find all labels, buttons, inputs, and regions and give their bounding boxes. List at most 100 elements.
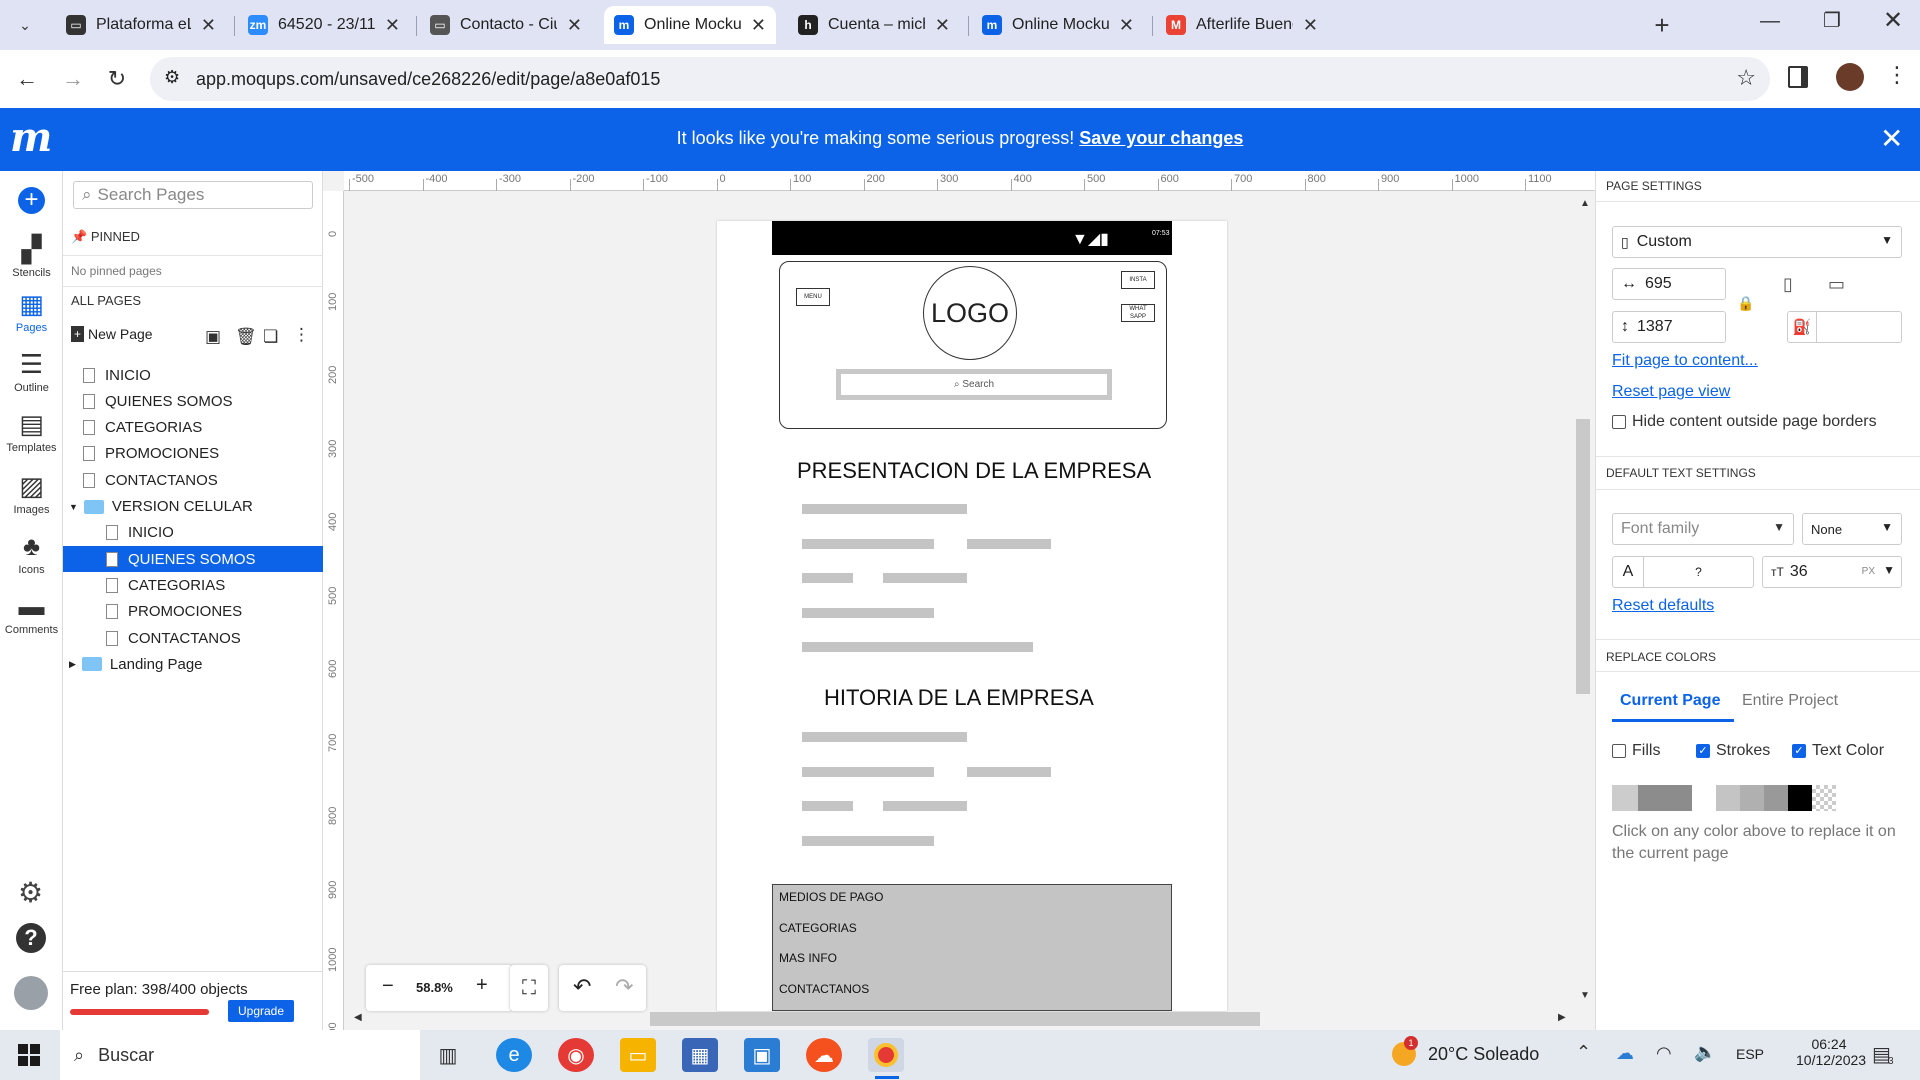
color-swatch[interactable] [1740, 785, 1764, 811]
scroll-right-arrow[interactable]: ▶ [1558, 1012, 1566, 1023]
tray-chevron-icon[interactable]: ⌃ [1576, 1042, 1591, 1063]
close-tab-icon[interactable]: ✕ [201, 15, 216, 36]
close-tab-icon[interactable]: ✕ [385, 15, 400, 36]
close-tab-icon[interactable]: ✕ [567, 15, 582, 36]
tab-entire-project[interactable]: Entire Project [1742, 692, 1838, 710]
zoom-level[interactable]: 58.8% [416, 980, 453, 995]
mockup-menu-button[interactable]: MENU [796, 288, 830, 306]
scroll-down-arrow[interactable]: ▼ [1580, 990, 1590, 1001]
color-swatch[interactable] [1638, 785, 1692, 811]
mockup-insta-button[interactable]: INSTA [1121, 271, 1155, 289]
tab-search-button[interactable]: ⌄ [8, 8, 42, 42]
weather-text[interactable]: 20°C Soleado [1428, 1044, 1539, 1065]
vertical-scrollbar[interactable] [1576, 419, 1590, 694]
new-folder-icon[interactable]: ▣ [205, 327, 221, 347]
close-tab-icon[interactable]: ✕ [935, 15, 950, 36]
edge-icon[interactable]: e [496, 1038, 532, 1072]
side-panel-icon[interactable] [1788, 66, 1808, 88]
rail-images[interactable]: ▨ Images [0, 471, 63, 516]
settings-gear-icon[interactable]: ⚙ [18, 876, 43, 909]
reset-defaults-link[interactable]: Reset defaults [1612, 597, 1714, 615]
save-changes-link[interactable]: Save your changes [1079, 128, 1243, 148]
mockup-search-box[interactable]: ⌕ Search [836, 369, 1112, 400]
close-banner-icon[interactable]: ✕ [1880, 122, 1903, 155]
browser-tab[interactable]: h Cuenta – michaeltho ✕ [788, 6, 960, 44]
tab-current-page[interactable]: Current Page [1620, 692, 1720, 710]
more-options-icon[interactable]: ⋮ [293, 325, 310, 345]
close-tab-icon[interactable]: ✕ [1303, 15, 1318, 36]
page-height-input[interactable]: ↕ 1387 [1612, 311, 1726, 343]
scroll-up-arrow[interactable]: ▲ [1580, 198, 1590, 209]
lock-ratio-icon[interactable]: 🔒 [1737, 295, 1754, 312]
fills-checkbox[interactable]: Fills [1612, 742, 1660, 760]
color-swatch[interactable] [1716, 785, 1740, 811]
rail-comments[interactable]: ▬ Comments [0, 591, 63, 636]
color-swatch[interactable] [1788, 785, 1812, 811]
page-item[interactable]: QUIENES SOMOS [63, 546, 323, 573]
site-info-icon[interactable]: ⚙ [164, 67, 180, 88]
mockup-footer-link[interactable]: MEDIOS DE PAGO [779, 890, 883, 904]
close-tab-icon[interactable]: ✕ [1119, 15, 1134, 36]
calculator-icon[interactable]: ▦ [682, 1038, 718, 1072]
fit-page-link[interactable]: Fit page to content... [1612, 352, 1758, 370]
portrait-icon[interactable]: ▯ [1783, 274, 1793, 295]
font-weight-select[interactable]: None ▼ [1802, 513, 1902, 545]
back-button[interactable]: ← [10, 62, 44, 96]
zoom-out-button[interactable]: − [382, 975, 394, 998]
upgrade-button[interactable]: Upgrade [228, 1000, 294, 1022]
soundcloud-icon[interactable]: ☁ [806, 1038, 842, 1072]
browser-tab[interactable]: ▭ Plataforma eLearning ✕ [56, 6, 226, 44]
language-indicator[interactable]: ESP [1736, 1046, 1764, 1062]
page-item[interactable]: CATEGORIAS [63, 415, 323, 441]
zoom-in-button[interactable]: + [476, 974, 488, 997]
mockup-footer-link[interactable]: CATEGORIAS [779, 921, 857, 935]
url-field[interactable]: ⚙ app.moqups.com/unsaved/ce268226/edit/p… [150, 57, 1770, 101]
file-explorer-icon[interactable]: ▭ [620, 1038, 656, 1072]
page-folder[interactable]: ▶ Landing Page [63, 651, 323, 677]
rail-outline[interactable]: ☰ Outline [0, 349, 63, 394]
browser-tab[interactable]: m Online Mockup, Wire ✕ [972, 6, 1144, 44]
clock[interactable]: 06:24 10/12/2023 [1796, 1036, 1866, 1068]
close-tab-icon[interactable]: ✕ [751, 15, 766, 36]
color-swatch[interactable] [1692, 785, 1716, 811]
mockup-footer[interactable]: MEDIOS DE PAGO CATEGORIAS MAS INFO CONTACTA… [772, 884, 1172, 1011]
page-item[interactable]: CONTACTANOS [63, 467, 323, 493]
browser-tab[interactable]: ▭ Contacto - Ciudad M ✕ [420, 6, 592, 44]
profile-avatar[interactable] [1836, 63, 1864, 91]
page-item[interactable]: PROMOCIONES [63, 599, 323, 625]
reset-page-view-link[interactable]: Reset page view [1612, 383, 1730, 401]
rail-icons[interactable]: ♣ Icons [0, 531, 63, 576]
browser-tab[interactable]: zm 64520 - 23/11 - Proto ✕ [238, 6, 410, 44]
rail-templates[interactable]: ▤ Templates [0, 409, 63, 454]
fit-screen-icon[interactable]: ⛶ [510, 965, 548, 1011]
rail-stencils[interactable]: ▞ Stencils [0, 234, 63, 279]
caret-down-icon[interactable]: ▼ [69, 502, 78, 512]
hide-content-checkbox[interactable]: Hide content outside page borders [1612, 413, 1877, 431]
chrome-icon[interactable]: ◉ [558, 1038, 594, 1072]
windows-start-icon[interactable] [18, 1044, 40, 1066]
rail-pages[interactable]: ▦ Pages [0, 289, 63, 334]
browser-menu-icon[interactable]: ⋮ [1886, 62, 1908, 88]
forward-button[interactable]: → [56, 62, 90, 96]
page-folder[interactable]: ▼ VERSION CELULAR [63, 494, 323, 520]
network-icon[interactable]: ◠ [1656, 1043, 1672, 1064]
chrome-active-icon[interactable] [868, 1038, 904, 1072]
mockup-search-field[interactable]: ⌕ Search [841, 374, 1107, 395]
landscape-icon[interactable]: ▭ [1828, 274, 1845, 295]
minimize-button[interactable]: — [1760, 10, 1780, 33]
page-item[interactable]: CATEGORIAS [63, 572, 323, 598]
onedrive-icon[interactable]: ☁ [1616, 1043, 1634, 1064]
text-color-picker[interactable]: A? [1612, 556, 1754, 588]
bookmark-star-icon[interactable]: ☆ [1736, 65, 1756, 91]
help-icon[interactable]: ? [16, 923, 46, 953]
browser-tab[interactable]: M Afterlife Buenos Aire ✕ [1156, 6, 1328, 44]
mockup-header[interactable]: MENU LOGO INSTA WHAT SAPP ⌕ Search [779, 261, 1167, 429]
page-item[interactable]: PROMOCIONES [63, 441, 323, 467]
browser-tab[interactable]: m Online Mockup, Wire ✕ [604, 6, 776, 44]
mockup-page[interactable]: ▼◢▮ 07:53 MENU LOGO INSTA WHAT SAPP ⌕ Se… [717, 221, 1227, 1011]
font-family-select[interactable]: Font family ▼ [1612, 513, 1794, 545]
page-item[interactable]: QUIENES SOMOS [63, 388, 323, 414]
scroll-left-arrow[interactable]: ◀ [354, 1012, 362, 1023]
horizontal-scrollbar[interactable] [650, 1012, 1260, 1026]
page-background-color[interactable]: ⛽ [1787, 311, 1902, 343]
